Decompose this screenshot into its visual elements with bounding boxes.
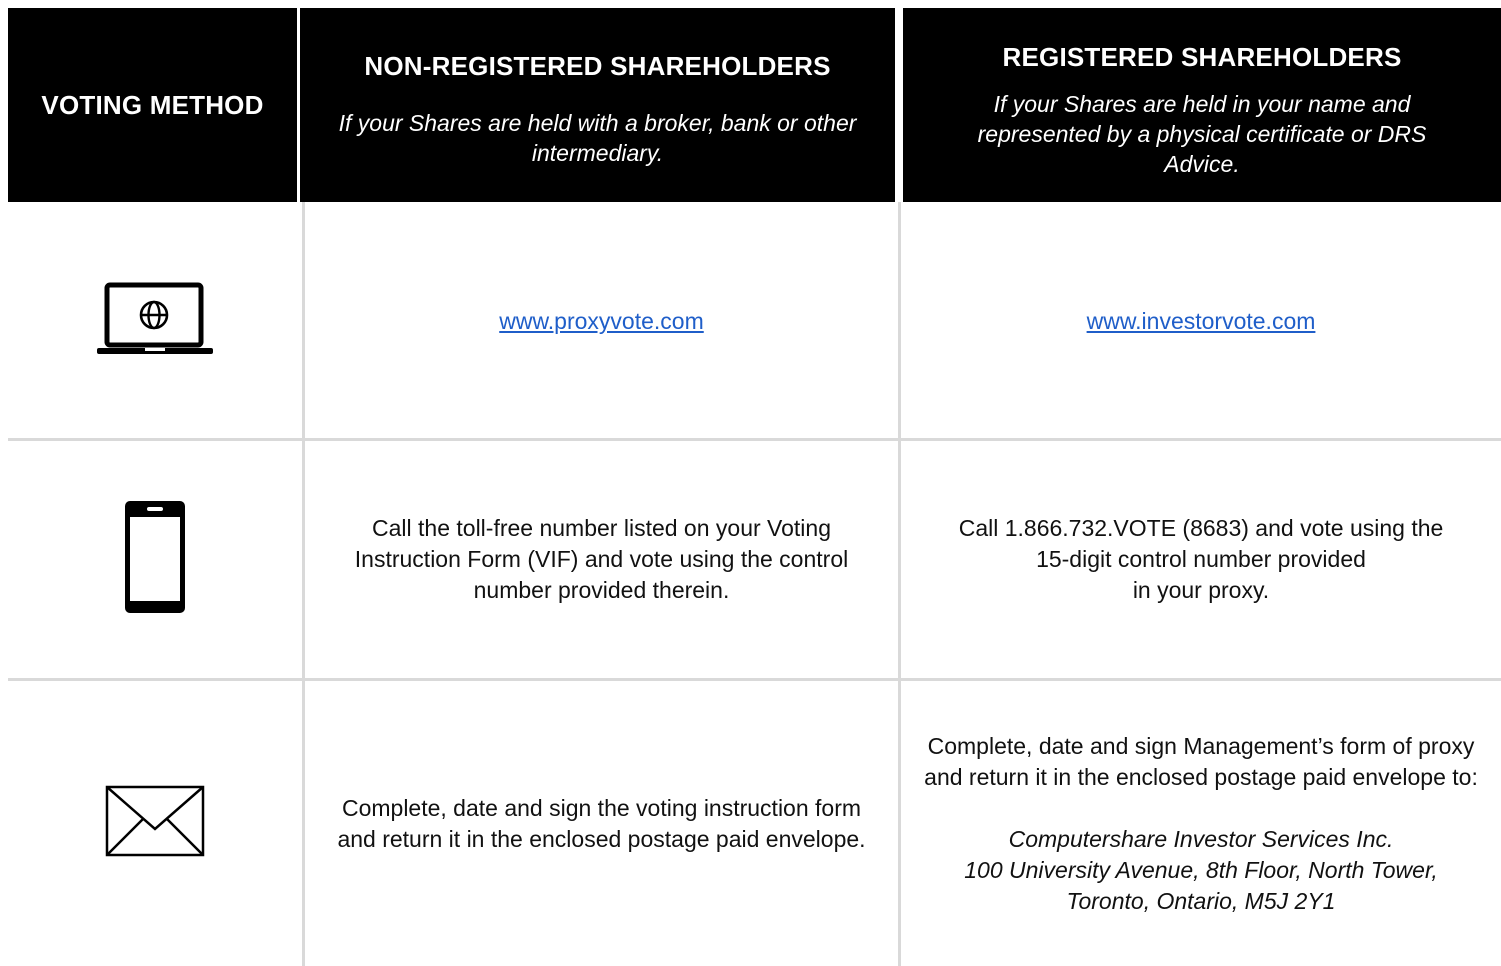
mail-address-line: 100 University Avenue, 8th Floor, North … — [964, 856, 1438, 883]
proxyvote-link[interactable]: www.proxyvote.com — [499, 306, 704, 337]
laptop-globe-icon — [95, 282, 215, 361]
mail-non-registered-text: Complete, date and sign the voting instr… — [337, 794, 866, 852]
smartphone-icon — [123, 499, 187, 620]
internet-non-registered-cell: www.proxyvote.com — [305, 205, 898, 438]
mail-registered-text: Complete, date and sign Management’s for… — [924, 732, 1478, 790]
header-non-registered: NON-REGISTERED SHAREHOLDERS If your Shar… — [300, 8, 895, 202]
header-voting-method-title: VOTING METHOD — [41, 89, 264, 120]
envelope-icon — [105, 785, 205, 862]
internet-registered-cell: www.investorvote.com — [901, 205, 1501, 438]
header-non-registered-subtitle: If your Shares are held with a broker, b… — [338, 109, 857, 166]
voting-methods-table: VOTING METHOD NON-REGISTERED SHAREHOLDER… — [8, 8, 1501, 966]
header-voting-method: VOTING METHOD — [8, 8, 297, 202]
telephone-non-registered-cell: Call the toll-free number listed on your… — [305, 441, 898, 678]
mail-address-line: Toronto, Ontario, M5J 2Y1 — [1066, 887, 1336, 914]
mail-address-line: Computershare Investor Services Inc. — [1008, 825, 1394, 852]
telephone-registered-cell: Call 1.866.732.VOTE (8683) and vote usin… — [901, 441, 1501, 678]
internet-method-cell — [8, 205, 302, 438]
mail-method-cell — [8, 681, 302, 966]
header-registered: REGISTERED SHAREHOLDERS If your Shares a… — [903, 8, 1501, 202]
header-registered-subtitle: If your Shares are held in your name and… — [977, 90, 1427, 177]
investorvote-link[interactable]: www.investorvote.com — [1087, 306, 1316, 337]
mail-non-registered-cell: Complete, date and sign the voting instr… — [305, 681, 898, 966]
header-non-registered-title: NON-REGISTERED SHAREHOLDERS — [364, 50, 831, 81]
telephone-non-registered-text: Call the toll-free number listed on your… — [354, 515, 849, 603]
telephone-registered-line: 15-digit control number provided — [1036, 546, 1366, 572]
telephone-method-cell — [8, 441, 302, 678]
mail-registered-cell: Complete, date and sign Management’s for… — [901, 681, 1501, 966]
header-registered-title: REGISTERED SHAREHOLDERS — [1002, 41, 1402, 72]
telephone-registered-line: in your proxy. — [1132, 577, 1270, 603]
telephone-registered-line: Call 1.866.732.VOTE (8683) and vote usin… — [958, 515, 1444, 541]
